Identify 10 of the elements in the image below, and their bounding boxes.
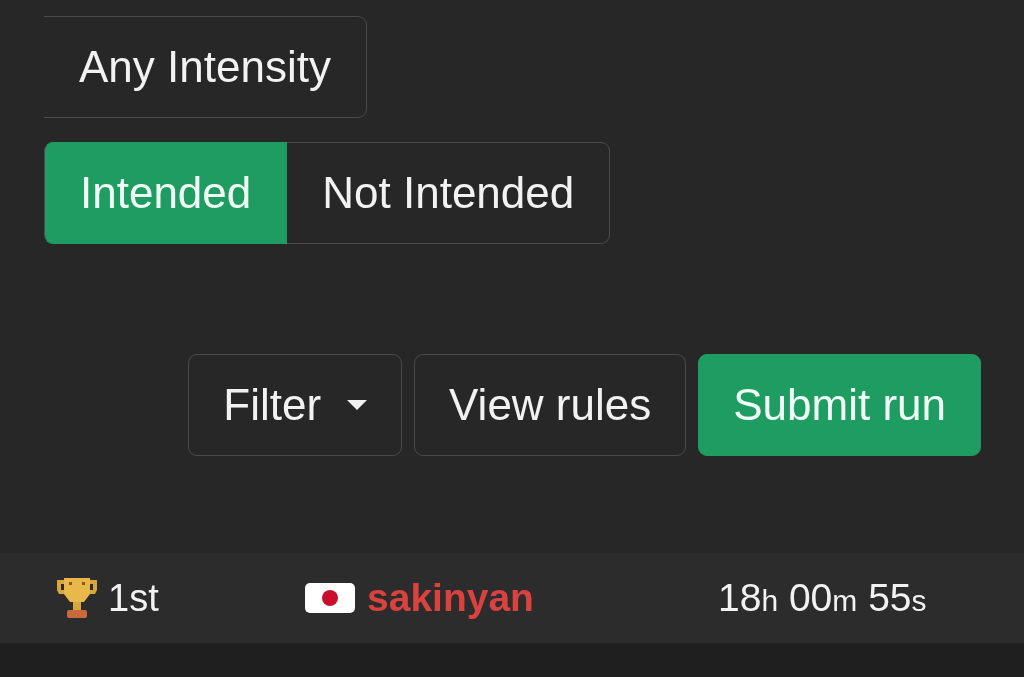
filter-dropdown[interactable]: Filter — [188, 354, 403, 456]
caret-icon — [347, 400, 368, 410]
leaderboard-row[interactable]: 1st sakinyan 18h 00m 55s — [0, 553, 1024, 643]
rank-text: 1st — [108, 576, 159, 620]
run-time: 18h 00m 55s — [718, 576, 927, 620]
rules-button[interactable]: View rules — [414, 354, 687, 456]
intended-option[interactable]: Not Intended — [287, 142, 611, 244]
trophy-icon — [55, 576, 99, 620]
flag-icon — [305, 583, 355, 613]
intensity-option[interactable]: Any Intensity — [44, 16, 367, 118]
